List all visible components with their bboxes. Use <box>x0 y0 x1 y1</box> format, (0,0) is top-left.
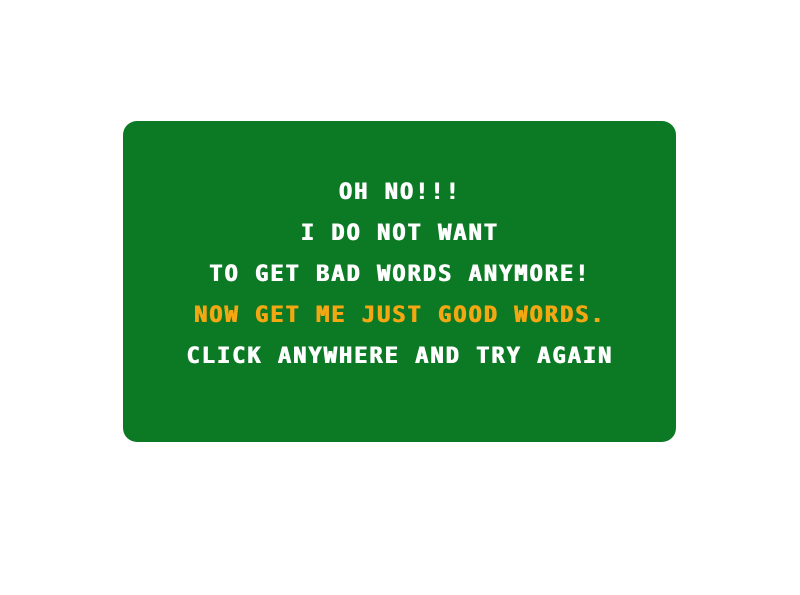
message-block: OH NO!!! I DO NOT WANT TO GET BAD WORDS … <box>123 172 676 377</box>
retry-instruction[interactable]: CLICK ANYWHERE AND TRY AGAIN <box>123 336 676 377</box>
message-line: TO GET BAD WORDS ANYMORE! <box>208 262 591 287</box>
message-line: I DO NOT WANT <box>300 221 499 246</box>
game-stage[interactable]: OH NO!!! I DO NOT WANT TO GET BAD WORDS … <box>0 0 800 595</box>
highlight-line: NOW GET ME JUST GOOD WORDS. <box>193 303 606 328</box>
title-line: OH NO!!! <box>338 180 461 205</box>
game-over-panel[interactable]: OH NO!!! I DO NOT WANT TO GET BAD WORDS … <box>123 121 676 442</box>
